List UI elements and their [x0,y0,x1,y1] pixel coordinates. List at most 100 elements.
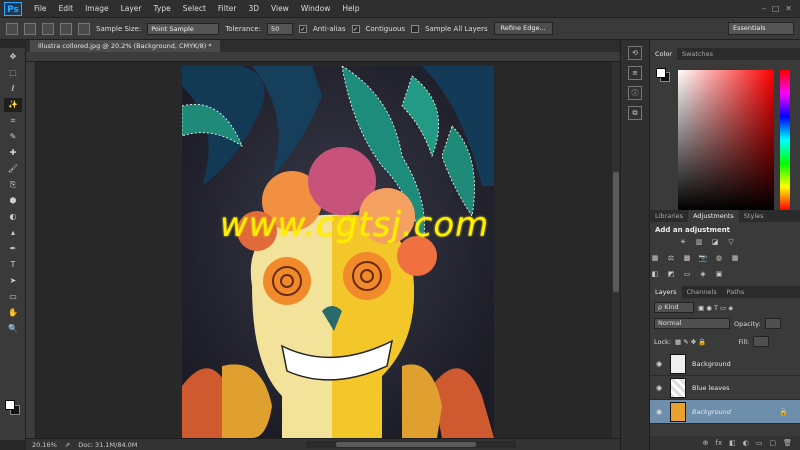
vibrance-icon[interactable]: ▦ [650,254,660,263]
horizontal-scrollbar[interactable] [306,441,516,448]
history-icon[interactable]: ⟲ [628,46,642,60]
clone-stamp-tool-icon[interactable]: ⎘ [4,178,22,192]
invert-icon[interactable]: ◧ [650,270,660,279]
tab-styles[interactable]: Styles [739,210,769,222]
horizontal-scroll-thumb[interactable] [336,442,476,447]
magic-wand-preset-icon[interactable] [6,22,18,35]
menu-edit[interactable]: Edit [53,4,80,13]
color-panel-swatches[interactable] [656,68,670,82]
pen-tool-icon[interactable]: ✒ [4,242,22,256]
tab-adjustments[interactable]: Adjustments [688,210,739,222]
new-selection-icon[interactable] [24,22,36,35]
tab-paths[interactable]: Paths [722,286,750,298]
layer-row[interactable]: ◉ Background [650,352,800,376]
export-icon[interactable]: ⇗ [65,441,70,449]
menu-type[interactable]: Type [148,4,177,13]
fill-input[interactable] [753,336,770,347]
channel-mixer-icon[interactable]: ◍ [714,254,724,263]
menu-window[interactable]: Window [295,4,337,13]
move-tool-icon[interactable]: ✥ [4,50,22,64]
layer-kind-filter[interactable]: ρ Kind [654,302,694,313]
menu-filter[interactable]: Filter [212,4,243,13]
tolerance-input[interactable]: 50 [266,22,293,35]
add-selection-icon[interactable] [42,22,54,35]
tab-swatches[interactable]: Swatches [677,48,718,60]
magic-wand-tool-icon[interactable]: ✨ [4,98,22,112]
lock-icons[interactable]: ▦ ✎ ✥ 🔒 [675,338,706,346]
selective-color-icon[interactable]: ◈ [698,270,708,279]
lasso-tool-icon[interactable]: ℓ [4,82,22,96]
gradient-map-icon[interactable]: ▣ [714,270,724,279]
history-brush-tool-icon[interactable]: ⬢ [4,194,22,208]
menu-help[interactable]: Help [336,4,365,13]
zoom-level[interactable]: 20.16% [32,441,57,449]
antialias-checkbox[interactable]: ✓ [298,24,307,33]
eye-icon[interactable]: ◉ [654,384,664,392]
intersect-selection-icon[interactable] [78,22,90,35]
menu-image[interactable]: Image [79,4,115,13]
levels-icon[interactable]: ▥ [694,238,704,247]
photo-filter-icon[interactable]: 📷 [698,254,708,263]
path-selection-tool-icon[interactable]: ➤ [4,274,22,288]
menu-3d[interactable]: 3D [242,4,265,13]
blend-mode-select[interactable]: Normal [654,318,730,329]
properties-icon[interactable]: ≡ [628,66,642,80]
eye-icon[interactable]: ◉ [654,408,664,416]
layer-mask-icon[interactable]: ◧ [729,439,736,447]
menu-select[interactable]: Select [177,4,212,13]
tab-layers[interactable]: Layers [650,286,682,298]
layer-style-icon[interactable]: fx [716,439,723,447]
close-icon[interactable]: ✕ [785,4,792,13]
menu-file[interactable]: File [28,4,53,13]
minimize-icon[interactable]: – [762,4,766,13]
tab-color[interactable]: Color [650,48,677,60]
brightness-icon[interactable]: ☀ [678,238,688,247]
maximize-icon[interactable]: □ [772,4,780,13]
tab-libraries[interactable]: Libraries [650,210,688,222]
contiguous-checkbox[interactable]: ✓ [351,24,360,33]
vertical-scrollbar[interactable] [612,62,620,438]
crop-tool-icon[interactable]: ⌗ [4,114,22,128]
layer-row[interactable]: ◉ Background 🔒 [650,400,800,424]
adjustment-layer-icon[interactable]: ◐ [743,439,749,447]
type-tool-icon[interactable]: T [4,258,22,272]
group-icon[interactable]: ▭ [756,439,763,447]
refine-edge-button[interactable]: Refine Edge... [493,22,553,35]
filter-icons[interactable]: ▣ ◉ T ▭ ◈ [698,304,733,312]
brush-tool-icon[interactable]: 🖌 [4,162,22,176]
hue-slider[interactable] [780,70,790,210]
new-layer-icon[interactable]: ▢ [769,439,776,447]
gradient-tool-icon[interactable]: ▴ [4,226,22,240]
posterize-icon[interactable]: ◩ [666,270,676,279]
layer-row[interactable]: ◉ Blue leaves [650,376,800,400]
foreground-color-swatch[interactable] [5,400,15,410]
trash-icon[interactable]: 🗑 [783,439,792,447]
canvas-area[interactable] [36,62,620,438]
clone-source-icon[interactable]: ⧉ [628,106,642,120]
info-icon[interactable]: ⓘ [628,86,642,100]
healing-tool-icon[interactable]: ✚ [4,146,22,160]
rectangle-tool-icon[interactable]: ▭ [4,290,22,304]
sample-all-layers-checkbox[interactable] [411,24,420,33]
black-white-icon[interactable]: ▩ [682,254,692,263]
color-lookup-icon[interactable]: ▦ [730,254,740,263]
eye-icon[interactable]: ◉ [654,360,664,368]
eraser-tool-icon[interactable]: ◐ [4,210,22,224]
document-tab[interactable]: Illustra collored.jpg @ 20.2% (Backgroun… [30,40,220,52]
tab-channels[interactable]: Channels [682,286,722,298]
link-layers-icon[interactable]: ⊕ [703,439,709,447]
menu-view[interactable]: View [265,4,295,13]
workspace-select[interactable]: Essentials [728,22,794,35]
artwork-image[interactable] [182,66,494,438]
eyedropper-tool-icon[interactable]: ✎ [4,130,22,144]
color-picker-field[interactable] [678,70,774,210]
opacity-input[interactable] [764,318,781,329]
hand-tool-icon[interactable]: ✋ [4,306,22,320]
menu-layer[interactable]: Layer [115,4,148,13]
zoom-tool-icon[interactable]: 🔍 [4,322,22,336]
curves-icon[interactable]: ◪ [710,238,720,247]
vertical-scroll-thumb[interactable] [613,172,619,292]
sample-size-select[interactable]: Point Sample [147,22,220,35]
exposure-icon[interactable]: ▽ [726,238,736,247]
subtract-selection-icon[interactable] [60,22,72,35]
